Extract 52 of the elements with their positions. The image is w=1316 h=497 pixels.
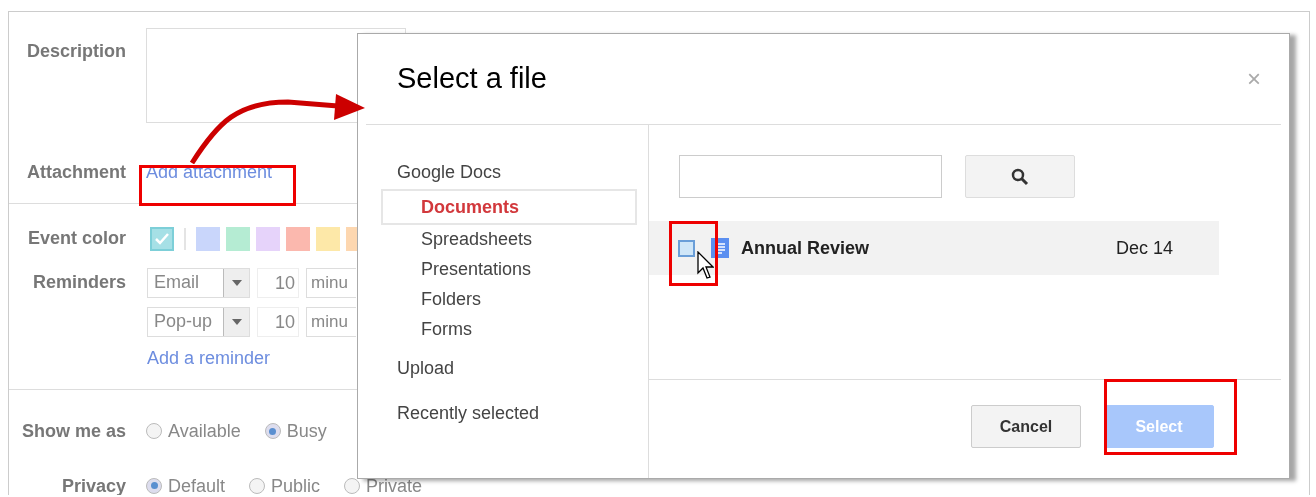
color-swatch[interactable]: [286, 226, 310, 251]
field-label: Event color: [27, 227, 126, 251]
search-button[interactable]: [965, 155, 1075, 198]
pointer-icon: [697, 251, 714, 279]
file-date: Dec 14: [1116, 236, 1174, 260]
nav-item[interactable]: Documents: [381, 189, 637, 225]
nav-link[interactable]: Upload: [381, 355, 648, 382]
dropdown-icon: [231, 279, 242, 286]
color-swatch[interactable]: [226, 226, 250, 251]
radio-button[interactable]: [249, 477, 266, 494]
field-label: Description: [26, 40, 126, 63]
reminder-method-select[interactable]: Email: [147, 267, 250, 298]
reminder-unit-select[interactable]: minu: [306, 306, 356, 337]
dropdown-icon: [231, 318, 242, 325]
radio-button[interactable]: [264, 423, 281, 439]
field-label: Show me as: [21, 419, 126, 443]
nav-link[interactable]: Recently selected: [381, 400, 648, 427]
color-swatch[interactable]: [256, 226, 280, 251]
radio-label: Available: [168, 419, 241, 443]
add-reminder-link[interactable]: Add a reminder: [147, 345, 271, 373]
reminder-unit-select[interactable]: minu: [306, 267, 356, 298]
nav-item[interactable]: Presentations: [381, 253, 637, 285]
file-checkbox[interactable]: [678, 239, 695, 257]
field-label: Privacy: [61, 476, 126, 495]
radio-button[interactable]: [344, 477, 361, 494]
color-swatch[interactable]: [150, 226, 174, 251]
close-button[interactable]: ×: [1247, 61, 1261, 97]
file-row[interactable]: Annual Review Dec 14: [649, 221, 1219, 275]
reminder-method-select[interactable]: Pop-up: [147, 306, 250, 337]
reminder-value-field[interactable]: 10: [257, 306, 299, 337]
color-swatch[interactable]: [196, 226, 220, 251]
color-swatch[interactable]: [316, 226, 340, 251]
file-name: Annual Review: [741, 236, 871, 260]
radio-label: Busy: [286, 419, 327, 443]
field-label: Reminders: [32, 271, 126, 295]
radio-label: Default: [168, 476, 226, 495]
search-icon: [1011, 167, 1029, 186]
highlight-frame: [669, 221, 718, 286]
reminder-value-field[interactable]: 10: [257, 267, 299, 298]
search-field[interactable]: [679, 155, 942, 198]
nav-item[interactable]: Folders: [381, 283, 637, 315]
radio-button[interactable]: [146, 477, 162, 494]
radio-label: Public: [271, 476, 321, 495]
field-label: Attachment: [27, 161, 126, 185]
radio-label: Private: [366, 476, 423, 495]
nav-item[interactable]: Spreadsheets: [381, 223, 637, 255]
dialog-button[interactable]: Cancel: [971, 405, 1081, 448]
check-icon: [154, 231, 170, 246]
radio-button[interactable]: [146, 423, 162, 439]
nav-item[interactable]: Forms: [381, 313, 637, 345]
dialog-title: Select a file: [397, 61, 547, 97]
nav-heading: Google Docs: [396, 161, 503, 184]
